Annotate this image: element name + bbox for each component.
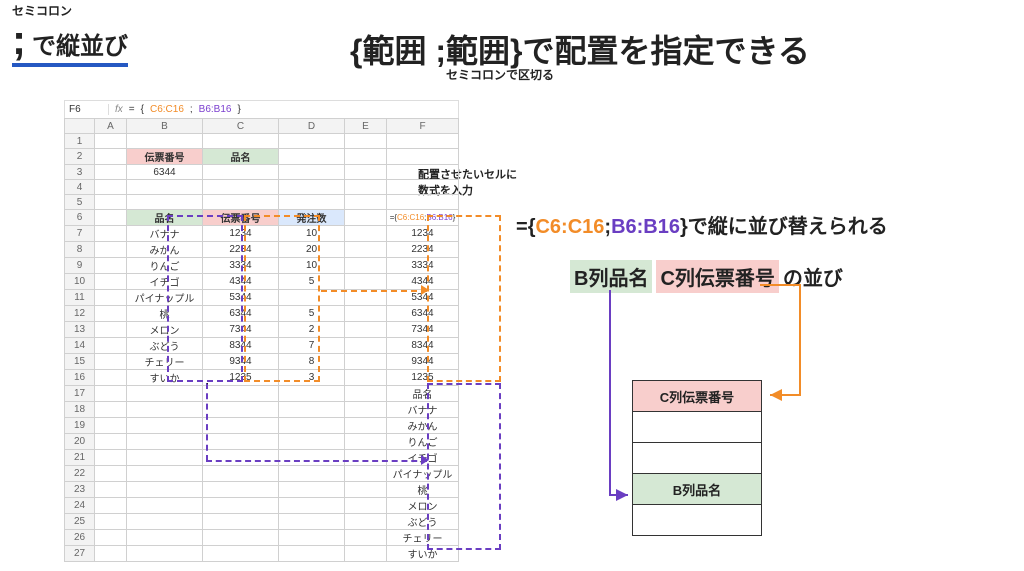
small-hdr-hinmei: 品名 xyxy=(203,149,279,165)
col-C: C xyxy=(203,119,279,134)
col-A: A xyxy=(95,119,127,134)
fx-brace-open: { xyxy=(141,104,144,115)
semicolon-row: ; で縦並び xyxy=(12,19,128,67)
box-b: B列品名 xyxy=(632,473,762,505)
spreadsheet: F6 fx ={C6:C16;B6:B16} A B C D E F 1 2伝票… xyxy=(64,100,459,562)
box-c: C列伝票番号 xyxy=(632,380,762,412)
grid: A B C D E F 1 2伝票番号品名 36344 4 5 6 品名 伝票番… xyxy=(64,118,459,562)
name-box: F6 xyxy=(69,104,109,115)
arrow-orange-head xyxy=(421,285,429,295)
fx-range2: B6:B16 xyxy=(199,104,232,115)
f6-formula-cell: ={C6:C16;B6:B16} xyxy=(387,210,459,226)
fx-icon: fx xyxy=(115,104,123,115)
chip-suffix: の並び xyxy=(783,262,843,291)
chip-b: B列品名 xyxy=(570,260,652,293)
small-val: 6344 xyxy=(127,165,203,180)
fx-range1: C6:C16 xyxy=(150,104,184,115)
headline: {範囲 ;範囲}で配置を指定できる xyxy=(350,26,810,72)
hdr-hachu: 発注数 xyxy=(279,210,345,226)
col-E: E xyxy=(345,119,387,134)
arrow-orange-line xyxy=(321,290,427,292)
hdr-denpyo: 伝票番号 xyxy=(203,210,279,226)
col-header-row: A B C D E F xyxy=(65,119,459,134)
fx-sep: ; xyxy=(190,104,193,115)
arrow-purple-head xyxy=(421,455,429,465)
sub-headline: セミコロンで区切る xyxy=(446,66,554,83)
title-block: セミコロン ; で縦並び xyxy=(12,2,128,67)
box-empty2 xyxy=(632,442,762,474)
table-header-row: 6 品名 伝票番号 発注数 ={C6:C16;B6:B16} xyxy=(65,210,459,226)
col-B: B xyxy=(127,119,203,134)
fx-eq: = xyxy=(129,104,135,115)
col-F: F xyxy=(387,119,459,134)
box-empty3 xyxy=(632,504,762,536)
col-D: D xyxy=(279,119,345,134)
semicolon-small-label: セミコロン xyxy=(12,2,128,19)
column-order-labels: B列品名 C列伝票番号 の並び xyxy=(570,260,843,293)
formula-bar: F6 fx = { C6:C16; B6:B16} xyxy=(64,100,459,118)
hdr-hinmei: 品名 xyxy=(127,210,203,226)
formula-explanation: ={C6:C16;B6:B16}で縦に並び替えられる xyxy=(516,210,888,239)
box-empty1 xyxy=(632,411,762,443)
small-hdr-denpyo: 伝票番号 xyxy=(127,149,203,165)
chip-c: C列伝票番号 xyxy=(656,260,778,293)
order-diagram: C列伝票番号 B列品名 xyxy=(632,380,762,535)
fx-brace-close: } xyxy=(237,104,240,115)
arrow-purple-v xyxy=(206,383,208,461)
vertical-label: で縦並び xyxy=(32,26,128,61)
arrow-purple-h xyxy=(206,460,427,462)
semicolon-glyph: ; xyxy=(12,19,26,61)
